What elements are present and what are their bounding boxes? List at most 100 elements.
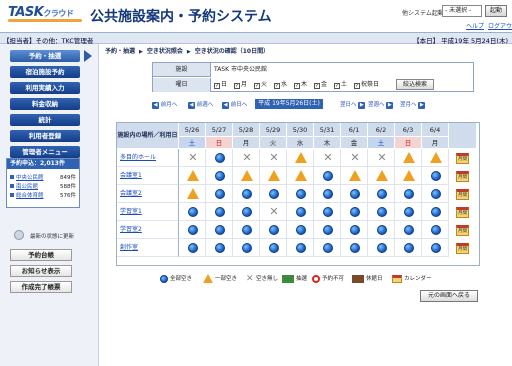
availability-cell[interactable] (341, 185, 368, 203)
availability-cell[interactable] (260, 239, 287, 257)
day-checkbox-wed[interactable]: ✓ 水 (274, 80, 287, 89)
availability-cell[interactable] (368, 167, 395, 185)
menu-item-users[interactable]: 利用者登録 (10, 130, 80, 142)
availability-cell[interactable] (341, 221, 368, 239)
narrow-search-button[interactable]: 絞込検索 (396, 79, 434, 90)
partial-triangle-icon[interactable] (349, 170, 361, 181)
availability-cell[interactable] (422, 149, 449, 167)
menu-item-lodging[interactable]: 宿泊施設予約 (10, 66, 80, 78)
room-link[interactable]: 多目的ホール (117, 149, 179, 167)
available-circle-icon[interactable] (215, 171, 225, 181)
availability-cell[interactable] (287, 149, 314, 167)
availability-cell[interactable] (368, 185, 395, 203)
partial-triangle-icon[interactable] (187, 170, 199, 181)
availability-cell[interactable] (206, 221, 233, 239)
availability-cell[interactable]: ✕ (314, 149, 341, 167)
day-checkbox-thu[interactable]: ✓ 木 (294, 80, 307, 89)
available-circle-icon[interactable] (242, 243, 252, 253)
menu-item-fees[interactable]: 料金収納 (10, 98, 80, 110)
menu-item-admin[interactable]: 管理者メニュー (10, 146, 80, 158)
available-circle-icon[interactable] (431, 171, 441, 181)
available-circle-icon[interactable] (323, 225, 333, 235)
available-circle-icon[interactable] (215, 225, 225, 235)
menu-item-stats[interactable]: 統計 (10, 114, 80, 126)
full-cross-icon[interactable]: ✕ (269, 152, 279, 163)
availability-cell[interactable] (395, 149, 422, 167)
launch-button[interactable]: 起動 (485, 5, 507, 17)
availability-cell[interactable] (206, 167, 233, 185)
availability-cell[interactable] (368, 203, 395, 221)
prev-month-link[interactable]: ◀ 前月へ (152, 101, 177, 109)
partial-triangle-icon[interactable] (403, 170, 415, 181)
available-circle-icon[interactable] (215, 243, 225, 253)
calendar-icon[interactable]: 月間 (456, 171, 469, 182)
available-circle-icon[interactable] (377, 243, 387, 253)
calendar-icon[interactable]: 月間 (456, 189, 469, 200)
full-cross-icon[interactable]: ✕ (269, 206, 279, 217)
partial-triangle-icon[interactable] (376, 170, 388, 181)
count-row[interactable]: 南公民館 (10, 182, 38, 190)
calendar-icon[interactable]: 月間 (456, 207, 469, 218)
menu-item-reservation[interactable]: 予約・抽選 (10, 50, 80, 62)
full-cross-icon[interactable]: ✕ (350, 152, 360, 163)
refresh-link[interactable]: 最新の状態に更新 (30, 232, 74, 240)
available-circle-icon[interactable] (269, 225, 279, 235)
partial-triangle-icon[interactable] (430, 152, 442, 163)
availability-cell[interactable] (368, 221, 395, 239)
available-circle-icon[interactable] (431, 207, 441, 217)
back-button[interactable]: 元の画面へ戻る (420, 290, 478, 302)
available-circle-icon[interactable] (296, 225, 306, 235)
available-circle-icon[interactable] (269, 243, 279, 253)
availability-cell[interactable] (422, 239, 449, 257)
count-row[interactable]: 中央公民館 (10, 173, 44, 181)
available-circle-icon[interactable] (350, 189, 360, 199)
availability-cell[interactable] (260, 167, 287, 185)
reports-button[interactable]: 作成完了帳票 (10, 281, 72, 293)
availability-cell[interactable] (422, 167, 449, 185)
calendar-icon[interactable]: 月間 (456, 243, 469, 254)
availability-cell[interactable] (422, 185, 449, 203)
availability-cell[interactable] (179, 203, 206, 221)
availability-cell[interactable] (314, 167, 341, 185)
available-circle-icon[interactable] (404, 189, 414, 199)
full-cross-icon[interactable]: ✕ (323, 152, 333, 163)
availability-cell[interactable] (260, 221, 287, 239)
availability-cell[interactable] (287, 221, 314, 239)
availability-cell[interactable] (233, 221, 260, 239)
partial-triangle-icon[interactable] (241, 170, 253, 181)
available-circle-icon[interactable] (350, 207, 360, 217)
available-circle-icon[interactable] (242, 225, 252, 235)
available-circle-icon[interactable] (215, 207, 225, 217)
calendar-icon[interactable]: 月間 (456, 153, 469, 164)
full-cross-icon[interactable]: ✕ (377, 152, 387, 163)
available-circle-icon[interactable] (431, 243, 441, 253)
availability-cell[interactable] (233, 167, 260, 185)
partial-triangle-icon[interactable] (295, 152, 307, 163)
availability-cell[interactable] (233, 239, 260, 257)
availability-cell[interactable] (395, 185, 422, 203)
help-link[interactable]: ヘルプ (466, 21, 484, 30)
availability-cell[interactable] (368, 239, 395, 257)
room-link[interactable]: 学習室1 (117, 203, 179, 221)
availability-cell[interactable] (287, 185, 314, 203)
available-circle-icon[interactable] (215, 189, 225, 199)
availability-cell[interactable] (179, 185, 206, 203)
partial-triangle-icon[interactable] (295, 170, 307, 181)
prev-week-link[interactable]: ◀ 前週へ (188, 101, 213, 109)
available-circle-icon[interactable] (188, 243, 198, 253)
system-select[interactable]: - 未選択 - (442, 5, 482, 17)
full-cross-icon[interactable]: ✕ (188, 152, 198, 163)
available-circle-icon[interactable] (296, 189, 306, 199)
day-checkbox-mon[interactable]: ✓ 月 (234, 80, 247, 89)
availability-cell[interactable] (287, 203, 314, 221)
availability-cell[interactable] (314, 203, 341, 221)
availability-cell[interactable] (179, 239, 206, 257)
ledger-button[interactable]: 予約台帳 (10, 249, 72, 261)
available-circle-icon[interactable] (242, 207, 252, 217)
available-circle-icon[interactable] (296, 243, 306, 253)
available-circle-icon[interactable] (296, 207, 306, 217)
notice-button[interactable]: お知らせ表示 (10, 265, 72, 277)
availability-cell[interactable]: ✕ (260, 203, 287, 221)
availability-cell[interactable] (395, 203, 422, 221)
availability-cell[interactable] (314, 221, 341, 239)
